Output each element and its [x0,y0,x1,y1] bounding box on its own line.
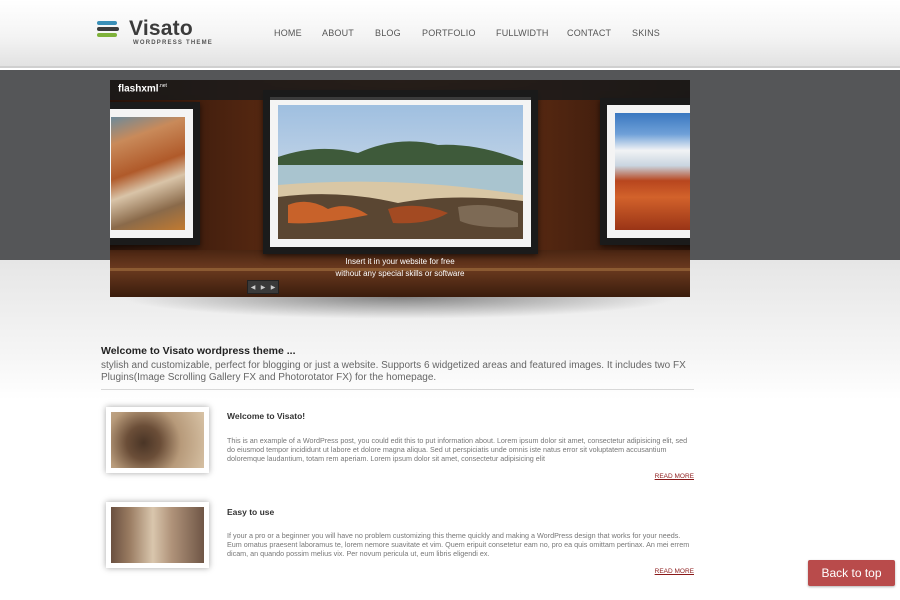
post-excerpt: If your a pro or a beginner you will hav… [227,531,690,558]
welcome-text: stylish and customizable, perfect for bl… [101,360,686,383]
gallery-photo-rocks [111,117,185,230]
post-thumbnail[interactable] [106,407,209,473]
gallery-frame-left[interactable] [110,102,200,245]
post-excerpt: This is an example of a WordPress post, … [227,436,688,463]
logo-icon[interactable] [97,21,119,37]
gallery-frame-center[interactable] [263,90,538,254]
nav-item-skins[interactable]: SKINS [632,28,660,38]
divider [101,389,694,390]
post-thumbnail[interactable] [106,502,209,568]
slider-controls[interactable]: ◀ ▶ ▶ [247,280,279,294]
slider-shadow [120,297,680,319]
site-header: Visato WORDPRESS THEME HOME ABOUT BLOG P… [0,0,900,68]
read-more-link[interactable]: READ MORE [655,473,694,480]
next-icon[interactable]: ▶ [271,284,276,291]
gallery-photo-beach [278,105,523,239]
slider-topbar [110,80,690,100]
beach-image [278,105,523,239]
gallery-photo-canyon [615,113,690,230]
site-title[interactable]: Visato [129,17,193,41]
gallery-frame-right[interactable] [600,98,690,245]
nav-item-blog[interactable]: BLOG [375,28,401,38]
post-image-girl [111,507,204,563]
flashxml-logo[interactable]: flashxml.net [118,83,167,94]
nav-item-about[interactable]: ABOUT [322,28,354,38]
nav-item-fullwidth[interactable]: FULLWIDTH [496,28,549,38]
site-subtitle: WORDPRESS THEME [133,40,214,46]
image-gallery-slider[interactable]: flashxml.net Insert it in your website f… [110,80,690,297]
post-image-child [111,412,204,468]
nav-item-portfolio[interactable]: PORTFOLIO [422,28,476,38]
post-title[interactable]: Welcome to Visato! [227,411,305,421]
post-title[interactable]: Easy to use [227,507,274,517]
back-to-top-button[interactable]: Back to top [808,560,895,586]
slider-caption: Insert it in your website for free witho… [335,257,465,278]
play-icon[interactable]: ▶ [261,284,266,291]
nav-item-contact[interactable]: CONTACT [567,28,611,38]
prev-icon[interactable]: ◀ [251,284,256,291]
welcome-heading: Welcome to Visato wordpress theme ... [101,345,296,357]
read-more-link[interactable]: READ MORE [655,568,694,575]
nav-item-home[interactable]: HOME [274,28,302,38]
